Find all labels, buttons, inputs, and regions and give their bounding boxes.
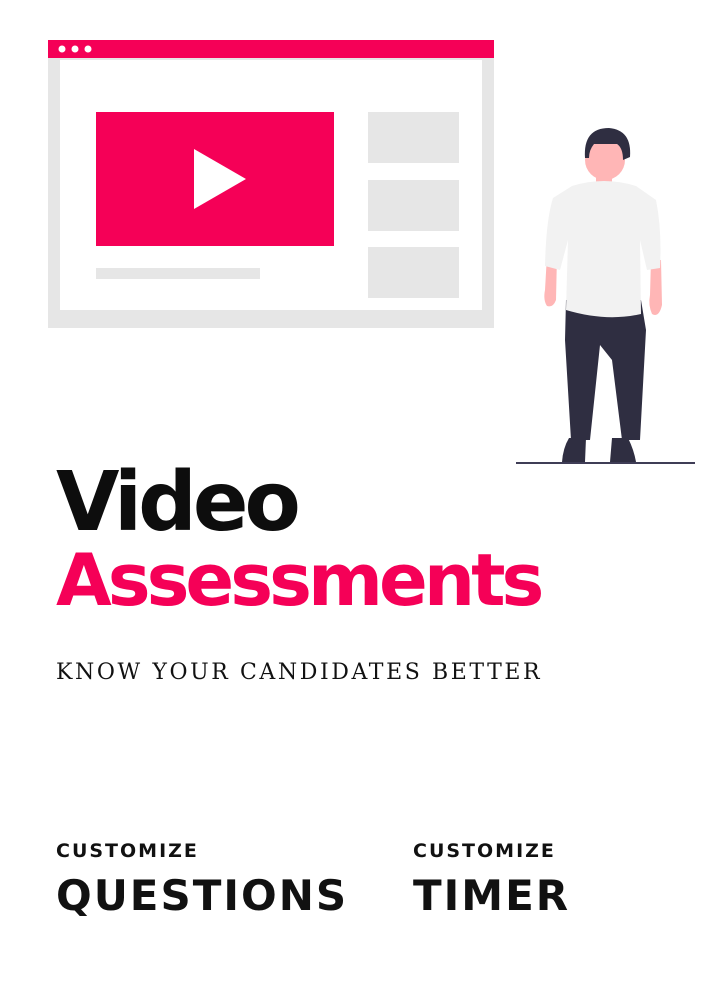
feature-label-small: CUSTOMIZE <box>413 840 556 862</box>
person-illustration <box>516 128 695 464</box>
thumbnail <box>368 247 459 298</box>
thumbnail <box>368 112 459 163</box>
thumbnail <box>368 180 459 231</box>
feature-label-small: CUSTOMIZE <box>56 840 199 862</box>
feature-label-big: QUESTIONS <box>56 871 349 920</box>
caption-bar <box>96 268 260 279</box>
page-title: Video <box>56 455 301 550</box>
tagline: KNOW YOUR CANDIDATES BETTER <box>56 660 543 685</box>
page-title-highlight: Assessments <box>56 538 544 622</box>
feature-customize-questions: CUSTOMIZE QUESTIONS <box>56 842 348 917</box>
feature-label-big: TIMER <box>413 871 571 920</box>
hero-illustration <box>48 40 695 464</box>
feature-customize-timer: CUSTOMIZE TIMER <box>413 842 570 917</box>
browser-window-icon <box>48 40 494 328</box>
